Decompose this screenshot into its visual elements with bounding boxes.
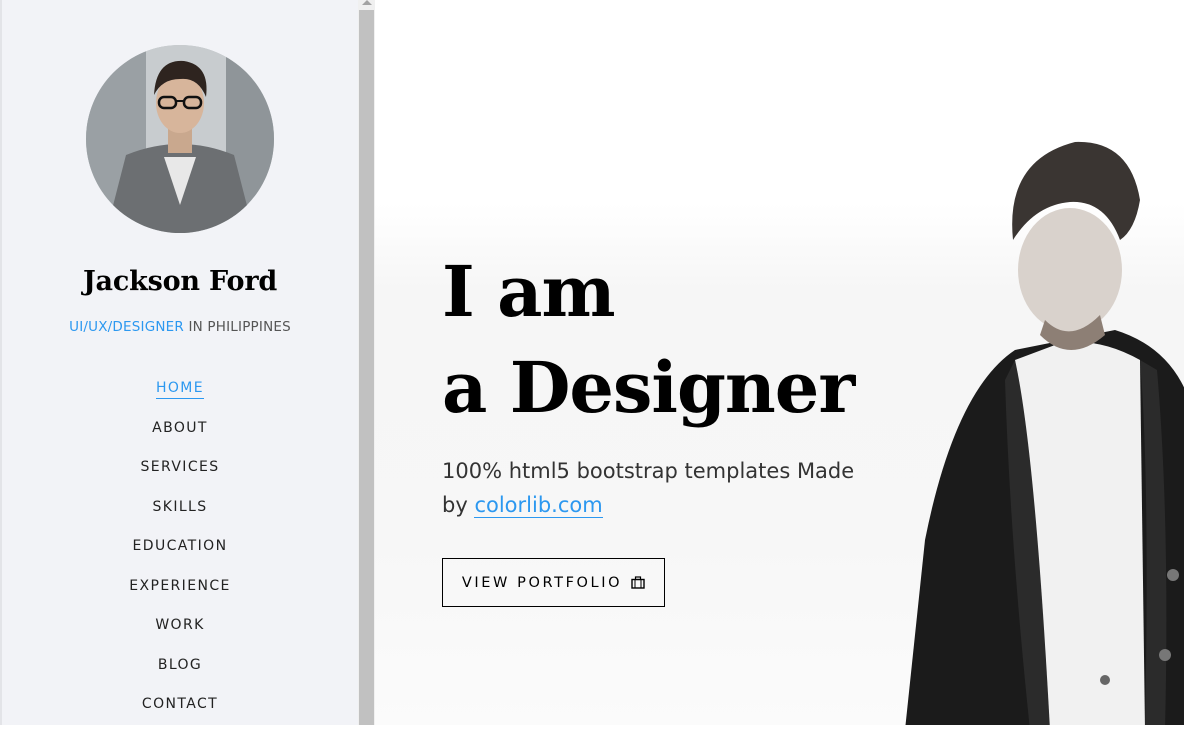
sidebar-scrollbar[interactable] — [358, 0, 375, 725]
avatar-photo — [86, 45, 274, 233]
headline-line-1: I am — [442, 250, 616, 333]
nav-about-link[interactable]: ABOUT — [152, 420, 208, 438]
avatar — [86, 45, 274, 233]
briefcase-icon — [631, 576, 645, 589]
hero-section: I am a Designer 100% html5 bootstrap tem… — [375, 0, 1184, 725]
nav-work-link[interactable]: WORK — [155, 617, 204, 635]
hero-photo — [905, 141, 1184, 725]
nav-experience-link[interactable]: EXPERIENCE — [129, 578, 231, 596]
nav-skills-link[interactable]: SKILLS — [152, 499, 207, 517]
main-nav: HOME ABOUT SERVICES SKILLS EDUCATION EXP… — [2, 377, 358, 733]
hero-headline: I am a Designer — [442, 244, 855, 436]
role-title: UI/UX/DESIGNER — [69, 319, 184, 335]
sidebar: Jackson Ford UI/UX/DESIGNER IN PHILIPPIN… — [0, 0, 358, 725]
nav-home-link[interactable]: HOME — [155, 380, 205, 399]
nav-contact-link[interactable]: CONTACT — [142, 696, 218, 714]
scrollbar-thumb[interactable] — [359, 10, 374, 725]
colorlib-link[interactable]: colorlib.com — [474, 493, 603, 518]
scroll-up-arrow[interactable] — [362, 0, 372, 5]
nav-blog-link[interactable]: BLOG — [158, 657, 202, 675]
view-portfolio-label: VIEW PORTFOLIO — [461, 574, 623, 591]
profile-name: Jackson Ford — [82, 266, 278, 297]
profile-role: UI/UX/DESIGNER IN PHILIPPINES — [2, 319, 358, 335]
nav-services-link[interactable]: SERVICES — [140, 459, 219, 477]
role-location: IN PHILIPPINES — [183, 319, 291, 335]
page-bottom-edge — [0, 725, 1184, 730]
view-portfolio-button[interactable]: VIEW PORTFOLIO — [442, 558, 665, 607]
nav-education-link[interactable]: EDUCATION — [133, 538, 228, 556]
headline-line-2: a Designer — [442, 346, 855, 429]
hero-subtitle: 100% html5 bootstrap templates Made by c… — [442, 454, 862, 522]
